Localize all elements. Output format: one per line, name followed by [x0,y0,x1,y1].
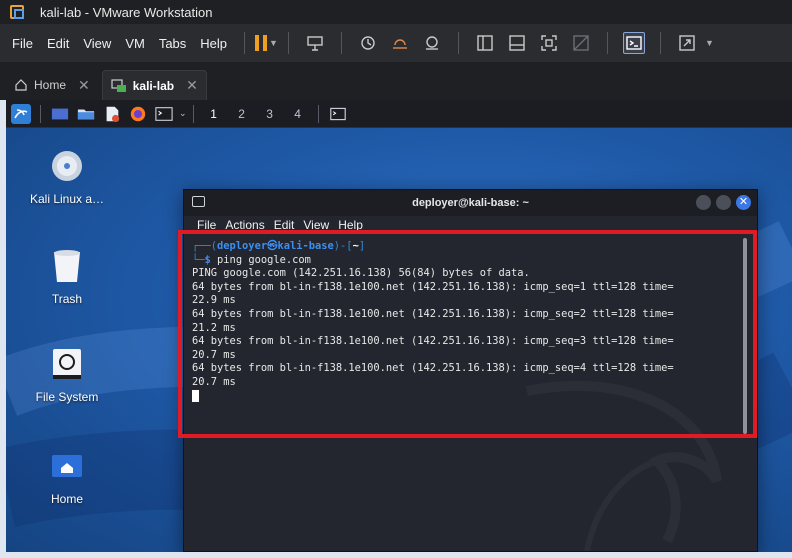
tab-kali-lab[interactable]: kali-lab ✕ [101,70,207,100]
menu-file[interactable]: File [0,36,40,51]
show-library-icon[interactable] [474,32,496,54]
desktop-icon-kali-iso[interactable]: Kali Linux a… [17,148,117,206]
vmware-window: kali-lab - VMware Workstation File Edit … [0,0,792,558]
workspace-3[interactable]: 3 [256,107,284,121]
text-editor-icon[interactable] [102,104,122,124]
window-title: kali-lab - VMware Workstation [40,4,213,20]
vm-icon [111,78,126,92]
terminal-launcher-icon[interactable] [154,104,174,124]
menu-bar: File Edit View VM Tabs Help ▼ ▼ [0,24,792,62]
window-titlebar: kali-lab - VMware Workstation [0,0,792,24]
maximize-button[interactable] [716,195,731,210]
toolbar-separator [287,32,289,54]
kali-top-panel: ⌄ 1 2 3 4 [6,100,792,128]
terminal-title: deployer@kali-base: ~ [412,197,529,209]
desktop-icon-trash[interactable]: Trash [17,248,117,306]
minimize-button[interactable] [696,195,711,210]
vm-frame-left [0,100,6,558]
send-ctrl-alt-del-icon[interactable] [304,32,326,54]
terminal-window-icon [192,196,205,207]
toolbar-separator [659,32,661,54]
desktop-icon-label: Home [50,492,83,506]
highlight-box [178,230,757,438]
kali-menu-icon[interactable] [11,103,31,124]
menu-help[interactable]: Help [193,36,234,51]
desktop-icon-label: Trash [51,292,83,306]
cd-icon [49,148,85,184]
home-icon [15,79,27,91]
toolbar-separator [457,32,459,54]
home-folder-icon [49,448,85,484]
pause-dropdown-icon[interactable]: ▼ [269,38,278,48]
toolbar-separator [244,32,246,54]
menu-edit[interactable]: Edit [40,36,76,51]
tab-home[interactable]: Home ✕ [6,70,98,100]
tab-bar: Home ✕ kali-lab ✕ [0,62,792,100]
toolbar-separator [606,32,608,54]
stretch-dropdown-icon[interactable]: ▼ [705,38,714,48]
console-view-icon[interactable] [622,32,645,54]
workspace-2[interactable]: 2 [228,107,256,121]
full-screen-icon[interactable] [538,32,560,54]
snapshot-icon[interactable] [357,32,379,54]
menu-view[interactable]: View [76,36,118,51]
tab-home-close-icon[interactable]: ✕ [78,77,90,94]
menu-tabs[interactable]: Tabs [152,36,193,51]
desktop-icon-label: Kali Linux a… [29,192,105,206]
terminal-dropdown-icon[interactable]: ⌄ [179,108,187,119]
desktop-icon-label: File System [35,390,99,404]
desktop-icon-file-system[interactable]: File System [17,346,117,404]
firefox-icon[interactable] [128,104,148,124]
desktop-icon-home[interactable]: Home [17,448,117,506]
trash-icon [49,248,85,284]
snapshot-manager-icon[interactable] [421,32,443,54]
drive-icon [49,346,85,382]
workspace-1[interactable]: 1 [200,107,228,121]
tab-home-label: Home [34,78,67,92]
tab-kali-lab-label: kali-lab [132,78,175,93]
workspace-4[interactable]: 4 [284,107,312,121]
menu-vm[interactable]: VM [118,36,152,51]
pause-icon[interactable] [255,35,268,51]
show-desktop-icon[interactable] [50,104,70,124]
vm-frame-bottom [0,552,792,558]
terminal-titlebar[interactable]: deployer@kali-base: ~ ✕ [184,190,757,216]
vmware-logo-icon [10,5,24,19]
stretch-guest-icon[interactable] [676,32,698,54]
close-button[interactable]: ✕ [736,195,751,210]
revert-snapshot-icon[interactable] [389,32,411,54]
unity-icon[interactable] [570,32,592,54]
file-manager-icon[interactable] [76,104,96,124]
tab-kali-lab-close-icon[interactable]: ✕ [186,77,198,94]
taskbar-terminal-icon[interactable] [328,104,348,124]
toolbar-separator [340,32,342,54]
thumbnail-bar-icon[interactable] [506,32,528,54]
